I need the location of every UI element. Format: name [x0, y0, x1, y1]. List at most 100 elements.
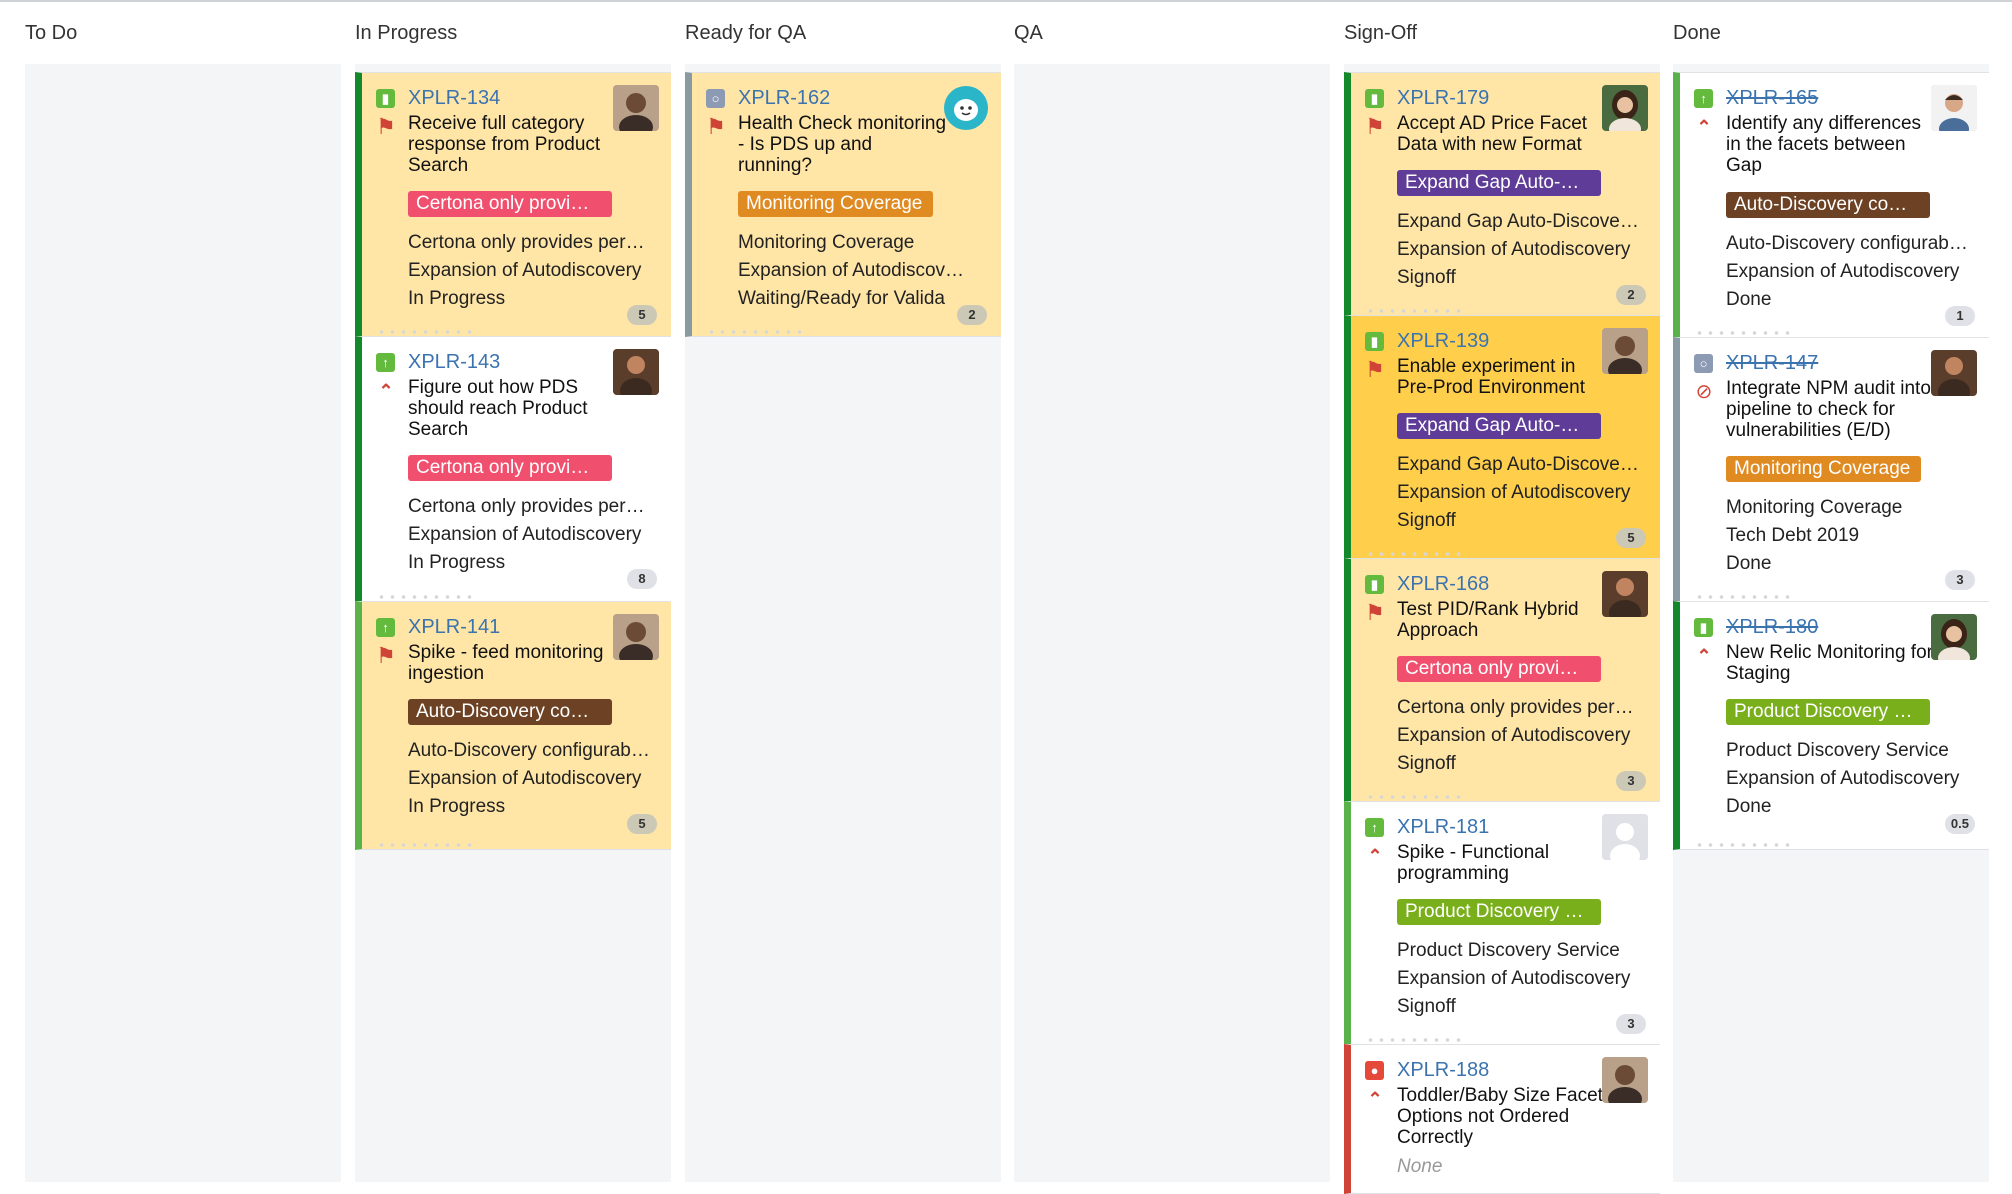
issue-key[interactable]: XPLR-168 [1397, 573, 1489, 596]
issue-card-xplr-162[interactable]: ○ ⚑ XPLR-162 Health Check monitoring - I… [685, 72, 1001, 337]
status-field: Signoff [1397, 753, 1456, 774]
issue-key[interactable]: XPLR-180 [1726, 616, 1818, 639]
assignee-avatar[interactable] [943, 85, 989, 131]
epic-name-field: Expansion of Autodiscovery [408, 524, 642, 545]
issue-card-xplr-147[interactable]: ○ ⊘ XPLR-147 Integrate NPM audit into pi… [1673, 337, 1989, 602]
issue-summary: Toddler/Baby Size Facet Options not Orde… [1397, 1085, 1603, 1148]
issue-key[interactable]: XPLR-143 [408, 351, 500, 374]
assignee-avatar[interactable] [613, 614, 659, 660]
task-icon: ○ [1694, 354, 1713, 373]
issue-card-xplr-168[interactable]: ▮ ⚑ XPLR-168 Test PID/Rank Hybrid Approa… [1344, 558, 1660, 802]
column-qa[interactable] [1014, 64, 1330, 1182]
epic-field: Monitoring Coverage [1726, 497, 1903, 518]
epic-label[interactable]: Auto-Discovery co… [1726, 192, 1930, 218]
issue-key[interactable]: XPLR-134 [408, 87, 500, 110]
epic-name-field: Expansion of Autodiscovery [1397, 482, 1631, 503]
issue-summary: Spike - Functional programming [1397, 842, 1550, 884]
epic-label[interactable]: Expand Gap Auto-… [1397, 413, 1601, 439]
high-priority-icon: ⌃ [1367, 1089, 1383, 1109]
extra-fields: Monitoring Coverage Expansion of Autodis… [738, 229, 968, 313]
high-priority-icon: ⌃ [378, 381, 394, 401]
epic-label[interactable]: Product Discovery … [1397, 899, 1601, 925]
epic-field: Certona only provides per… [408, 496, 645, 517]
epic-field: Monitoring Coverage [738, 232, 915, 253]
extra-fields: Certona only provides per… Expansion of … [408, 229, 658, 313]
issue-card-xplr-179[interactable]: ▮ ⚑ XPLR-179 Accept AD Price Facet Data … [1344, 72, 1660, 316]
epic-label[interactable]: Certona only provi… [408, 191, 612, 217]
assignee-avatar[interactable] [1602, 328, 1648, 374]
estimate-badge: 5 [1616, 528, 1646, 548]
assignee-avatar[interactable] [1931, 350, 1977, 396]
epic-label[interactable]: Certona only provi… [408, 455, 612, 481]
epic-field: Auto-Discovery configurab… [408, 740, 650, 761]
assignee-avatar[interactable] [1602, 814, 1648, 860]
epic-name-field: Tech Debt 2019 [1726, 525, 1860, 546]
epic-field: Product Discovery Service [1726, 740, 1949, 761]
extra-fields: Auto-Discovery configurab… Expansion of … [1726, 230, 1976, 314]
epic-name-field: Expansion of Autodiscovery [1726, 768, 1960, 789]
estimate-badge: 0.5 [1944, 814, 1975, 834]
assignee-avatar[interactable] [1602, 85, 1648, 131]
days-in-column-dots [1694, 331, 1794, 335]
epic-label[interactable]: Product Discovery … [1726, 699, 1930, 725]
issue-key[interactable]: XPLR-141 [408, 616, 500, 639]
epic-label[interactable]: Expand Gap Auto-… [1397, 170, 1601, 196]
epic-label[interactable]: Certona only provi… [1397, 656, 1601, 682]
epic-field: Expand Gap Auto-Discove… [1397, 454, 1639, 475]
issue-key[interactable]: XPLR-162 [738, 87, 830, 110]
issue-card-xplr-141[interactable]: ↑ ⚑ XPLR-141 Spike - feed monitoring ing… [355, 601, 671, 850]
bug-icon: ● [1365, 1061, 1384, 1080]
days-in-column-dots [376, 595, 476, 599]
issue-key[interactable]: XPLR-181 [1397, 816, 1489, 839]
estimate-badge: 3 [1945, 570, 1975, 590]
epic-label[interactable]: Auto-Discovery co… [408, 699, 612, 725]
blocker-flag-icon: ⚑ [376, 114, 396, 139]
days-in-column-dots [1365, 795, 1465, 799]
status-field: Done [1726, 796, 1772, 817]
assignee-avatar[interactable] [1931, 85, 1977, 131]
assignee-avatar[interactable] [1602, 1057, 1648, 1103]
epic-label[interactable]: Monitoring Coverage [1726, 456, 1921, 482]
extra-fields: Product Discovery Service Expansion of A… [1397, 937, 1647, 1021]
column-ready-for-qa[interactable]: ○ ⚑ XPLR-162 Health Check monitoring - I… [685, 64, 1001, 1182]
assignee-avatar[interactable] [1931, 614, 1977, 660]
estimate-badge: 3 [1616, 771, 1646, 791]
days-in-column-dots [1365, 1038, 1465, 1042]
issue-card-xplr-134[interactable]: ▮ ⚑ XPLR-134 Receive full category respo… [355, 72, 671, 337]
issue-card-xplr-143[interactable]: ↑ ⌃ XPLR-143 Figure out how PDS should r… [355, 336, 671, 602]
issue-card-xplr-181[interactable]: ↑ ⌃ XPLR-181 Spike - Functional programm… [1344, 801, 1660, 1045]
issue-summary: Spike - feed monitoring ingestion [408, 642, 604, 684]
issue-key[interactable]: XPLR-188 [1397, 1059, 1489, 1082]
extra-fields: Expand Gap Auto-Discove… Expansion of Au… [1397, 451, 1647, 535]
issue-key[interactable]: XPLR-147 [1726, 352, 1818, 375]
status-field: In Progress [408, 288, 506, 309]
story-icon: ▮ [376, 89, 395, 108]
column-done[interactable]: ↑ ⌃ XPLR-165 Identify any differences in… [1673, 64, 1989, 1182]
epic-name-field: Expansion of Autodiscovery [1397, 968, 1631, 989]
issue-card-xplr-180[interactable]: ▮ ⌃ XPLR-180 New Relic Monitoring for St… [1673, 601, 1989, 850]
issue-card-xplr-165[interactable]: ↑ ⌃ XPLR-165 Identify any differences in… [1673, 72, 1989, 338]
blocker-flag-icon: ⚑ [1365, 600, 1385, 625]
column-in-progress[interactable]: ▮ ⚑ XPLR-134 Receive full category respo… [355, 64, 671, 1182]
high-priority-icon: ⌃ [1696, 646, 1712, 666]
extra-fields: Auto-Discovery configurab… Expansion of … [408, 737, 658, 821]
status-field: Signoff [1397, 267, 1456, 288]
issue-summary: New Relic Monitoring for Staging [1726, 642, 1933, 684]
column-to-do[interactable] [25, 64, 341, 1182]
status-field: Signoff [1397, 510, 1456, 531]
issue-summary: Integrate NPM audit into pipeline to che… [1726, 378, 1931, 441]
issue-key[interactable]: XPLR-165 [1726, 87, 1818, 110]
assignee-avatar[interactable] [613, 349, 659, 395]
issue-card-xplr-139[interactable]: ▮ ⚑ XPLR-139 Enable experiment in Pre-Pr… [1344, 315, 1660, 559]
epic-name-field: Expansion of Autodiscovery [1397, 725, 1631, 746]
assignee-avatar[interactable] [1602, 571, 1648, 617]
issue-summary: Health Check monitoring - Is PDS up and … [738, 113, 947, 176]
issue-key[interactable]: XPLR-179 [1397, 87, 1489, 110]
assignee-avatar[interactable] [613, 85, 659, 131]
column-sign-off[interactable]: ▮ ⚑ XPLR-179 Accept AD Price Facet Data … [1344, 64, 1660, 1194]
extra-fields: None [1397, 1153, 1647, 1181]
issue-key[interactable]: XPLR-139 [1397, 330, 1489, 353]
epic-label[interactable]: Monitoring Coverage [738, 191, 933, 217]
issue-card-xplr-188[interactable]: ● ⌃ XPLR-188 Toddler/Baby Size Facet Opt… [1344, 1044, 1660, 1194]
epic-name-field: Expansion of Autodiscovery [408, 768, 642, 789]
